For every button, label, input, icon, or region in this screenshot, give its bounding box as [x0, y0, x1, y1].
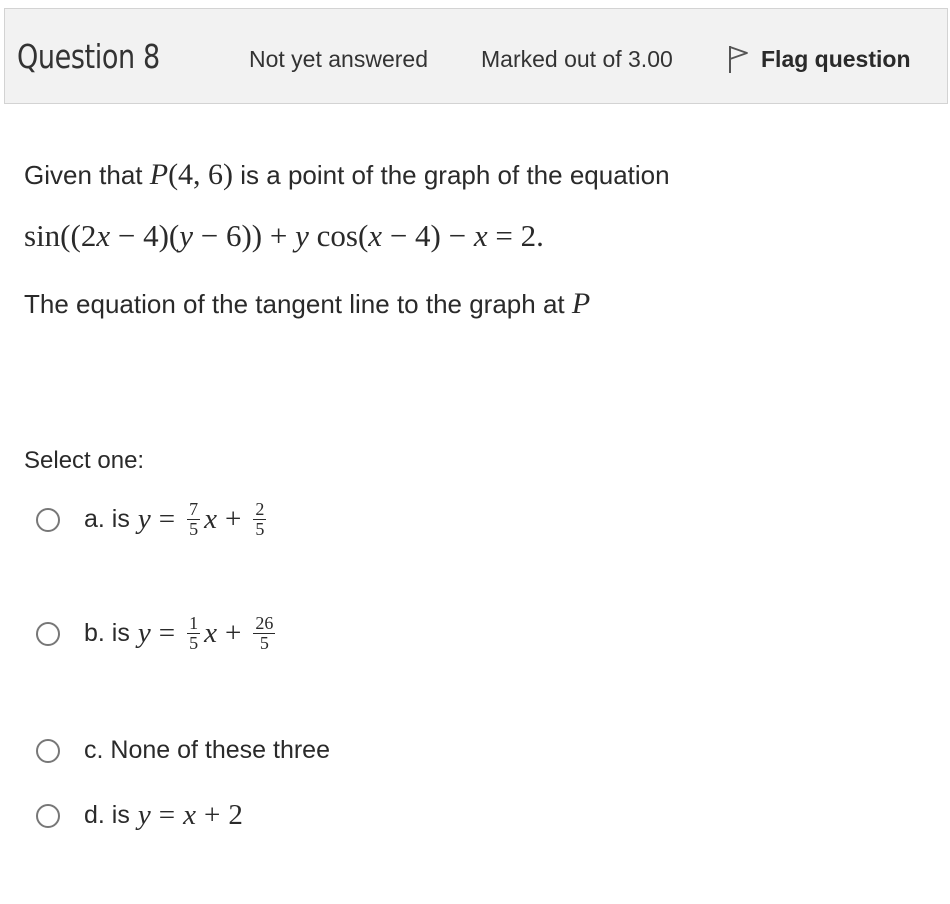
- flag-question-label: Flag question: [761, 45, 911, 72]
- option-a-radio[interactable]: [36, 507, 60, 532]
- question-info-header: Question 8 Not yet answered Marked out o…: [4, 8, 948, 104]
- option-a-label: a. is: [84, 505, 130, 533]
- option-d-label: d. is: [84, 801, 130, 829]
- point-p: P(4, 6): [149, 158, 234, 191]
- equation: sin((2x − 4)(y − 6)) + y cos(x − 4) − x …: [24, 218, 544, 253]
- option-c-label: c. None of these three: [84, 736, 330, 764]
- flag-question-button[interactable]: Flag question: [727, 39, 911, 79]
- tangent-question: The equation of the tangent line to the …: [24, 287, 591, 320]
- option-d[interactable]: d. is y = x +2: [36, 799, 243, 832]
- option-a-expression: y = 75 x + 25: [137, 499, 267, 539]
- option-d-radio[interactable]: [36, 803, 60, 828]
- option-b[interactable]: b. is y = 15 x + 26 5: [36, 614, 279, 653]
- option-b-label: b. is: [84, 619, 130, 647]
- option-c[interactable]: c. None of these three: [36, 736, 330, 765]
- flag-outline-icon: [729, 46, 748, 73]
- question-state: Not yet answered: [249, 46, 428, 72]
- select-one-label: Select one:: [24, 447, 145, 474]
- option-c-radio[interactable]: [36, 738, 60, 763]
- option-b-expression: y = 15 x + 26 5: [137, 613, 276, 653]
- question-intro: Given that P(4, 6) is a point of the gra…: [24, 158, 670, 191]
- question-number: Question 8: [17, 37, 160, 76]
- option-b-radio[interactable]: [36, 621, 60, 646]
- option-d-expression: y = x +2: [137, 799, 243, 831]
- question-grade: Marked out of 3.00: [481, 46, 673, 72]
- option-a[interactable]: a. is y = 75 x + 25: [36, 500, 270, 539]
